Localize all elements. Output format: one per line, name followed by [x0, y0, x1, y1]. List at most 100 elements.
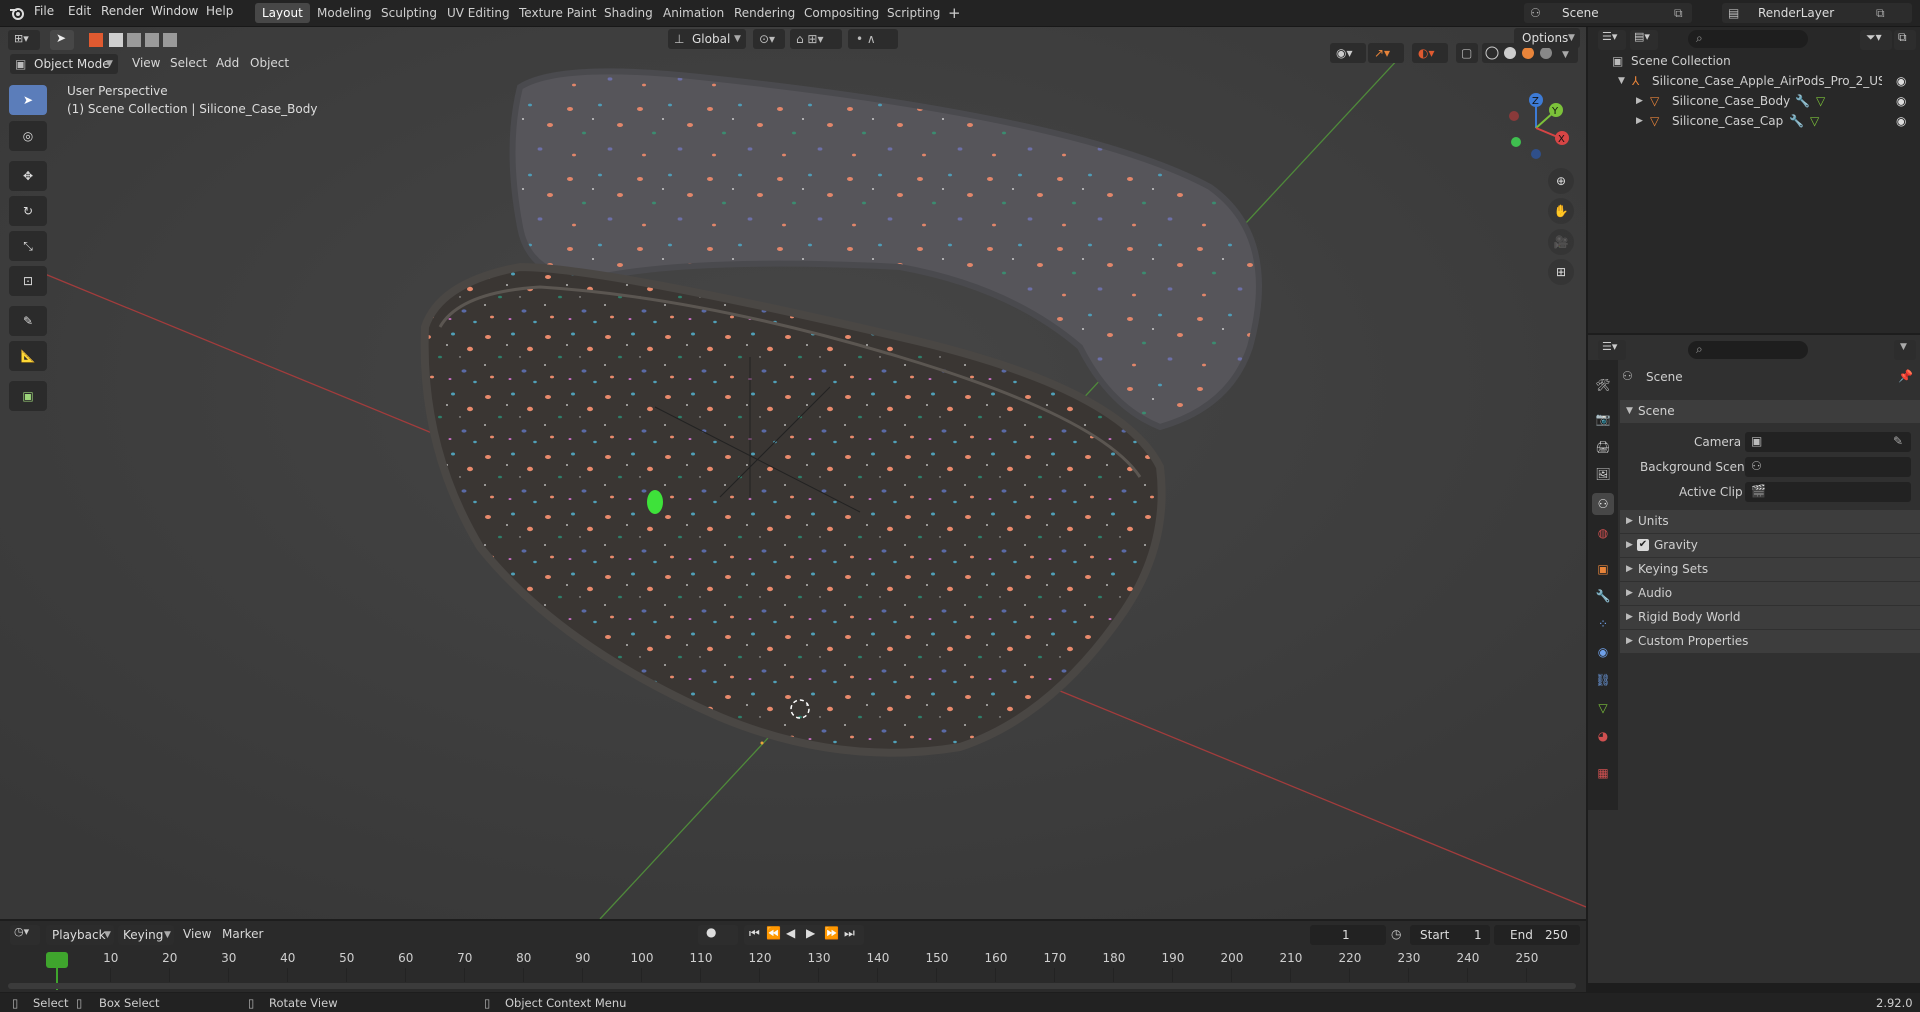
- auto-keying-toggle[interactable]: ●: [698, 925, 738, 945]
- visibility-dropdown[interactable]: ◉▾: [1330, 43, 1366, 63]
- blender-logo-icon[interactable]: [8, 4, 26, 22]
- outliner-editor-type[interactable]: ☰▾: [1598, 30, 1626, 50]
- new-scene-icon[interactable]: ⧉: [1674, 3, 1683, 23]
- jump-end-icon[interactable]: ⏭: [844, 926, 855, 941]
- keying-sets-panel-header[interactable]: ▶ Keying Sets: [1620, 558, 1920, 581]
- viewport-menu-view[interactable]: View: [132, 56, 160, 70]
- preview-range-icon[interactable]: ◷: [1391, 927, 1401, 941]
- options-dropdown[interactable]: Options ▼: [1514, 28, 1580, 48]
- custom-properties-panel-header[interactable]: ▶ Custom Properties: [1620, 630, 1920, 653]
- eye-icon[interactable]: ◉: [1896, 71, 1906, 91]
- playback-controls[interactable]: ⏮ ⏪ ◀ ▶ ⏩ ⏭: [744, 925, 864, 945]
- new-collection-button[interactable]: ⧉: [1894, 30, 1916, 50]
- tab-sculpting[interactable]: Sculpting: [374, 3, 444, 23]
- tab-texture-paint[interactable]: Texture Paint: [512, 3, 603, 23]
- camera-view-icon[interactable]: 🎥: [1548, 229, 1574, 255]
- object-tab-icon[interactable]: ▣: [1592, 558, 1614, 580]
- play-reverse-icon[interactable]: ◀: [786, 926, 795, 940]
- constraints-tab-icon[interactable]: ⛓: [1592, 669, 1614, 691]
- orientation-dropdown[interactable]: ⊥ Global ▼: [668, 29, 746, 49]
- menu-help[interactable]: Help: [206, 4, 233, 18]
- units-panel-header[interactable]: ▶ Units: [1620, 510, 1920, 533]
- outliner-row-case-body[interactable]: ▶ ▽ Silicone_Case_Body 🔧 ▽ ◉: [1588, 91, 1920, 111]
- menu-file[interactable]: File: [34, 4, 54, 18]
- tab-animation[interactable]: Animation: [656, 3, 731, 23]
- scale-tool[interactable]: ⤡: [9, 231, 47, 261]
- tab-layout[interactable]: Layout: [255, 3, 310, 23]
- filter-dropdown[interactable]: ⏷▾: [1860, 30, 1892, 50]
- gizmo-dropdown[interactable]: ↗▾: [1368, 43, 1404, 63]
- eye-icon[interactable]: ◉: [1896, 111, 1906, 131]
- timeline-menu-view[interactable]: View: [183, 927, 211, 941]
- selection-mode-group[interactable]: [89, 32, 183, 49]
- outliner-row-empty[interactable]: ▼ ⅄ Silicone_Case_Apple_AirPods_Pro_2_US…: [1588, 71, 1920, 91]
- measure-tool[interactable]: 📐: [9, 341, 47, 371]
- end-frame-field[interactable]: End 250: [1494, 925, 1580, 945]
- rotate-tool[interactable]: ↻: [9, 196, 47, 226]
- properties-options-button[interactable]: ▼: [1894, 340, 1916, 360]
- add-workspace-button[interactable]: +: [941, 3, 968, 23]
- jump-start-icon[interactable]: ⏮: [749, 926, 760, 941]
- menu-render[interactable]: Render: [101, 4, 144, 18]
- tab-rendering[interactable]: Rendering: [727, 3, 802, 23]
- outliner-row-case-cap[interactable]: ▶ ▽ Silicone_Case_Cap 🔧 ▽ ◉: [1588, 111, 1920, 131]
- properties-editor-type[interactable]: ☰▾: [1598, 340, 1626, 360]
- material-tab-icon[interactable]: ◕: [1592, 725, 1614, 747]
- gravity-checkbox[interactable]: ✔: [1637, 539, 1649, 551]
- texture-tab-icon[interactable]: ▦: [1592, 762, 1614, 784]
- menu-edit[interactable]: Edit: [68, 4, 91, 18]
- mesh-data-tab-icon[interactable]: ▽: [1592, 697, 1614, 719]
- move-tool[interactable]: ✥: [9, 161, 47, 191]
- eyedropper-icon[interactable]: ✎: [1893, 434, 1903, 448]
- start-frame-field[interactable]: Start 1: [1410, 925, 1490, 945]
- render-tab-icon[interactable]: 📷: [1592, 408, 1614, 430]
- proportional-edit-dropdown[interactable]: • ∧: [848, 29, 898, 49]
- overlay-dropdown[interactable]: ◐▾: [1412, 43, 1448, 63]
- tab-uv-editing[interactable]: UV Editing: [440, 3, 517, 23]
- output-tab-icon[interactable]: 🖨: [1592, 436, 1614, 458]
- world-tab-icon[interactable]: ◍: [1592, 522, 1614, 544]
- eye-icon[interactable]: ◉: [1896, 91, 1906, 111]
- 3d-viewport[interactable]: [0, 27, 1586, 919]
- tab-shading[interactable]: Shading: [597, 3, 660, 23]
- particles-tab-icon[interactable]: ⁘: [1592, 613, 1614, 635]
- camera-field[interactable]: ▣ ✎: [1745, 432, 1911, 452]
- audio-panel-header[interactable]: ▶ Audio: [1620, 582, 1920, 605]
- viewport-menu-select[interactable]: Select: [170, 56, 207, 70]
- mode-dropdown[interactable]: ▣ Object Mode ▼: [10, 54, 118, 74]
- timeline-scrollbar[interactable]: [8, 983, 1576, 989]
- viewport-menu-add[interactable]: Add: [216, 56, 239, 70]
- transform-tool[interactable]: ⊡: [9, 266, 47, 296]
- active-clip-field[interactable]: 🎬: [1745, 482, 1911, 502]
- display-mode-dropdown[interactable]: ▤▾: [1630, 30, 1658, 50]
- editor-type-button[interactable]: ⊞▾: [8, 30, 40, 50]
- timeline-editor-type[interactable]: ◷▾: [10, 925, 40, 945]
- properties-search-input[interactable]: ⌕: [1688, 341, 1808, 359]
- pan-hand-icon[interactable]: ✋: [1548, 198, 1574, 224]
- viewport-menu-object[interactable]: Object: [250, 56, 289, 70]
- add-cube-tool[interactable]: ▣: [9, 381, 47, 411]
- play-icon[interactable]: ▶: [806, 926, 815, 940]
- tool-settings-tab-icon[interactable]: 🛠: [1592, 374, 1614, 396]
- rigid-body-world-panel-header[interactable]: ▶ Rigid Body World: [1620, 606, 1920, 629]
- snap-dropdown[interactable]: ⌂ ⊞▾: [790, 29, 842, 49]
- gravity-panel-header[interactable]: ▶ ✔ Gravity: [1620, 534, 1920, 557]
- xray-toggle[interactable]: ▢: [1456, 43, 1478, 63]
- current-frame-field[interactable]: 1: [1310, 925, 1386, 945]
- ortho-grid-icon[interactable]: ⊞: [1548, 259, 1574, 285]
- select-box-tool[interactable]: ➤: [9, 85, 47, 115]
- keying-dropdown[interactable]: Keying ▼: [118, 925, 174, 945]
- pin-icon[interactable]: 📌: [1898, 369, 1913, 383]
- modifiers-tab-icon[interactable]: 🔧: [1592, 585, 1614, 607]
- background-scene-field[interactable]: ⚇: [1745, 457, 1911, 477]
- tab-scripting[interactable]: Scripting: [880, 3, 947, 23]
- view-layer-tab-icon[interactable]: 🖼: [1592, 463, 1614, 485]
- zoom-icon[interactable]: ⊕: [1548, 168, 1574, 194]
- timeline-menu-marker[interactable]: Marker: [222, 927, 263, 941]
- new-layer-icon[interactable]: ⧉: [1876, 3, 1885, 23]
- tab-modeling[interactable]: Modeling: [310, 3, 379, 23]
- prev-keyframe-icon[interactable]: ⏪: [766, 926, 781, 940]
- playback-dropdown[interactable]: Playback ▼: [46, 925, 114, 945]
- tab-compositing[interactable]: Compositing: [797, 3, 886, 23]
- next-keyframe-icon[interactable]: ⏩: [824, 926, 839, 940]
